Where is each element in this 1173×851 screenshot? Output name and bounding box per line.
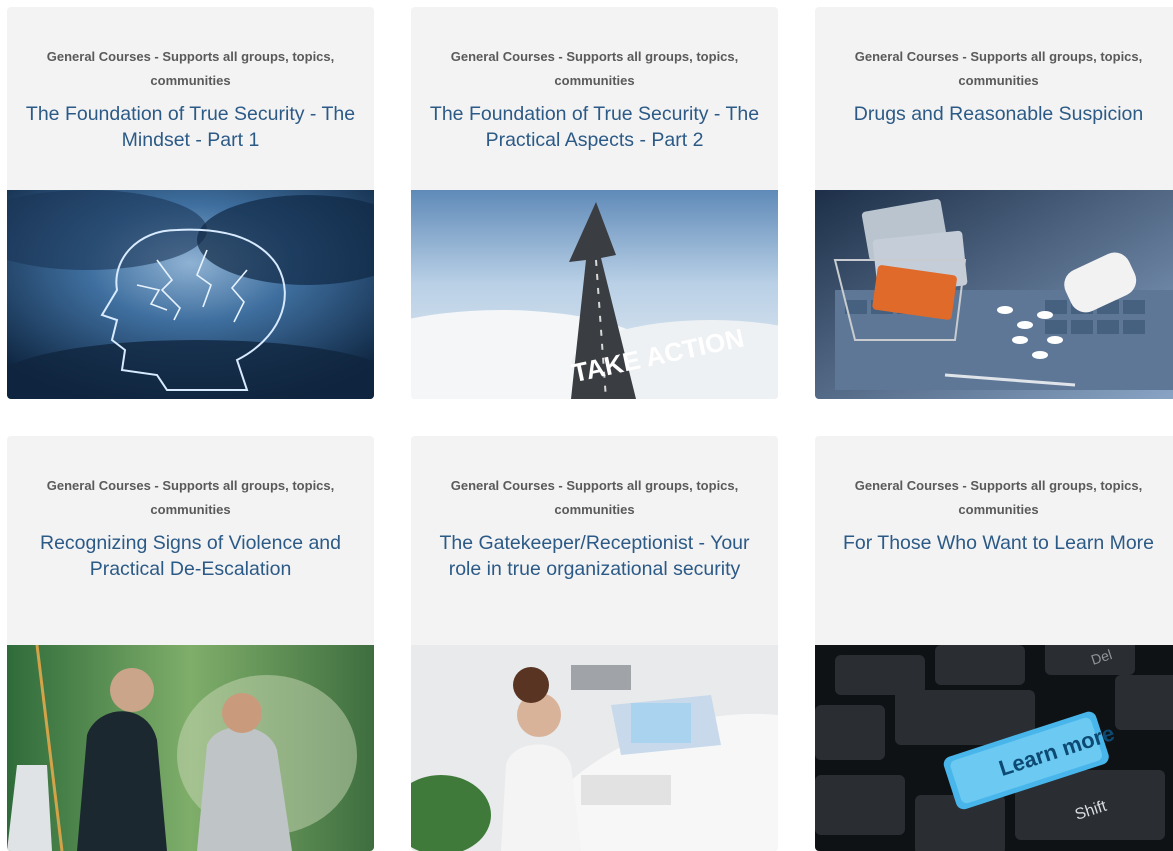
receptionist-image[interactable] bbox=[411, 645, 778, 851]
course-category: General Courses - Supports all groups, t… bbox=[46, 478, 335, 517]
course-title[interactable]: The Gatekeeper/Receptionist - Your role … bbox=[427, 530, 762, 582]
course-card[interactable]: General Courses - Supports all groups, t… bbox=[7, 7, 374, 399]
course-title[interactable]: The Foundation of True Security - The Mi… bbox=[23, 101, 358, 153]
course-category: General Courses - Supports all groups, t… bbox=[450, 49, 739, 88]
learn-more-keyboard-image[interactable]: Learn more Shift Del bbox=[815, 645, 1173, 851]
take-action-road-image[interactable]: TAKE ACTION bbox=[411, 190, 778, 399]
storm-head-image[interactable] bbox=[7, 190, 374, 399]
confrontation-image[interactable] bbox=[7, 645, 374, 851]
course-category: General Courses - Supports all groups, t… bbox=[46, 49, 335, 88]
course-title[interactable]: Recognizing Signs of Violence and Practi… bbox=[23, 530, 358, 582]
course-card[interactable]: General Courses - Supports all groups, t… bbox=[815, 7, 1173, 399]
course-category: General Courses - Supports all groups, t… bbox=[854, 49, 1143, 88]
course-title[interactable]: The Foundation of True Security - The Pr… bbox=[427, 101, 762, 153]
course-category: General Courses - Supports all groups, t… bbox=[854, 478, 1143, 517]
pills-laptop-image[interactable] bbox=[815, 190, 1173, 399]
course-category: General Courses - Supports all groups, t… bbox=[450, 478, 739, 517]
course-card[interactable]: General Courses - Supports all groups, t… bbox=[411, 436, 778, 851]
course-card[interactable]: General Courses - Supports all groups, t… bbox=[7, 436, 374, 851]
course-title[interactable]: Drugs and Reasonable Suspicion bbox=[831, 101, 1166, 127]
course-card[interactable]: General Courses - Supports all groups, t… bbox=[411, 7, 778, 399]
course-title[interactable]: For Those Who Want to Learn More bbox=[831, 530, 1166, 556]
course-card[interactable]: General Courses - Supports all groups, t… bbox=[815, 436, 1173, 851]
